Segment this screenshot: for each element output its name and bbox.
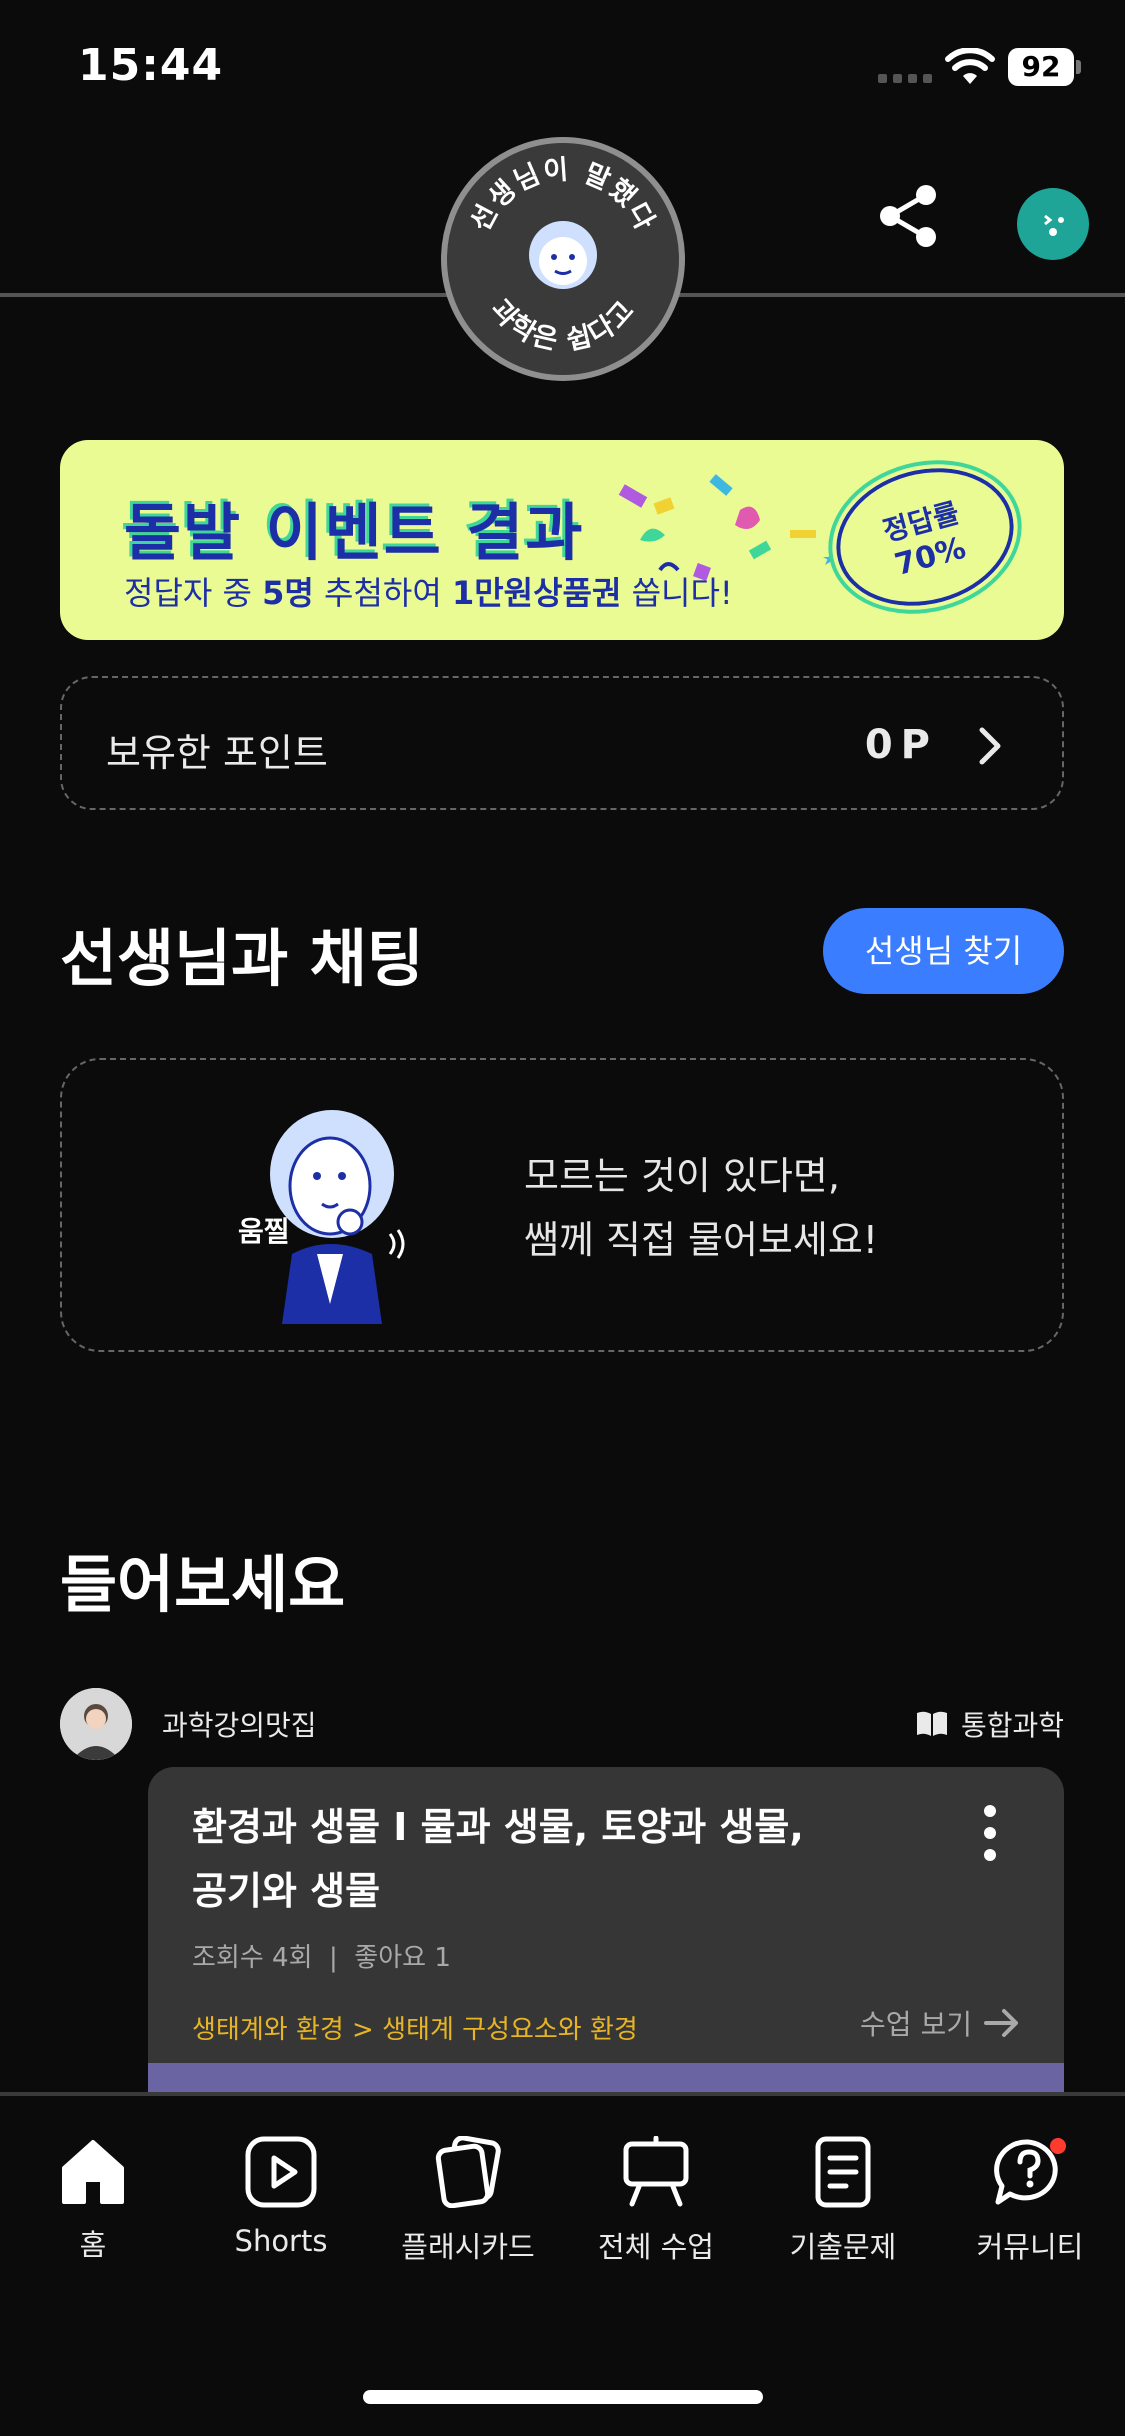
logo-text-bottom: 과학은 쉽다고 [484,294,639,357]
lecture-title: 환경과 생물 I 물과 생물, 토양과 생물, 공기와 생물 [192,1795,952,1923]
confetti-icon [618,474,839,581]
nav-label-all-classes: 전체 수업 [598,2230,714,2264]
share-icon[interactable] [876,183,942,249]
cellular-signal-icon [878,74,932,83]
flashcards-icon [435,2136,501,2208]
question-bubble-icon [994,2138,1066,2205]
event-banner[interactable]: 돌발 이벤트 결과 정답자 중 5명 추첨하여 1만원상품권 쏩니다! 정답률 … [60,440,1064,640]
svg-text:과학은 쉽다고: 과학은 쉽다고 [484,294,641,357]
channel-avatar[interactable] [60,1688,132,1760]
chat-prompt-line-1: 모르는 것이 있다면, [524,1154,840,1198]
notification-dot [1050,2138,1066,2154]
arrow-right-icon [984,2009,1018,2037]
nav-item-flashcards[interactable]: 플래시카드 [378,2136,558,2266]
watch-lecture-label: 수업 보기 [860,2008,972,2041]
nav-item-community[interactable]: 커뮤니티 [940,2136,1120,2266]
banner-winner-count: 5명 [262,574,314,612]
watch-lecture-link[interactable]: 수업 보기 [860,2003,1020,2043]
banner-sub-text: 추첨하여 [313,574,452,612]
document-icon [815,2136,871,2208]
channel-row[interactable]: 과학강의맛집 통합과학 [60,1688,1064,1760]
teacher-chat-card[interactable]: 움찔 모르는 것이 있다면, 쌤께 직접 물어보세요! [60,1058,1064,1352]
lecture-stats: 조회수 4회 | 좋아요 1 [192,1943,451,1973]
battery-tip [1076,60,1081,74]
points-card[interactable]: 보유한 포인트 0P [60,676,1064,810]
nav-label-home: 홈 [79,2228,107,2262]
banner-sub-text: 정답자 중 [124,574,263,612]
nav-label-shorts: Shorts [234,2224,328,2258]
nav-item-shorts[interactable]: Shorts [191,2136,371,2258]
home-icon [62,2140,124,2204]
app-logo[interactable]: 선생님이 말했다 과학은 쉽다고 [441,137,685,381]
find-teacher-button[interactable]: 선생님 찾기 [823,908,1064,994]
channel-name[interactable]: 과학강의맛집 [162,1704,317,1744]
person-avatar-icon [60,1688,132,1760]
listen-section-title: 들어보세요 [60,1548,346,1621]
subject-tag: 통합과학 [915,1704,1064,1744]
banner-prize: 1만원상품권 [451,574,622,612]
chat-prompt-line-2: 쌤께 직접 물어보세요! [524,1218,879,1262]
home-indicator[interactable] [363,2390,763,2404]
play-icon [245,2136,317,2208]
nav-label-community: 커뮤니티 [976,2230,1084,2264]
logo-emblem: 선생님이 말했다 과학은 쉽다고 [465,154,659,357]
lecture-card[interactable]: 환경과 생물 I 물과 생물, 토양과 생물, 공기와 생물 조회수 4회 | … [148,1767,1064,2097]
bottom-navigation: 홈 Shorts 플래시카드 전체 수업 기출문제 커뮤니티 [0,2092,1125,2436]
chevron-right-icon [979,727,1001,765]
accuracy-badge: 정답률 70% [816,443,1034,631]
more-vertical-icon[interactable] [978,1803,1002,1863]
nav-item-home[interactable]: 홈 [3,2136,183,2264]
banner-title: 돌발 이벤트 결과 [124,496,585,569]
book-icon [916,1711,947,1736]
points-value: 0P [864,722,938,768]
lecture-title-line-1: 환경과 생물 I 물과 생물, 토양과 생물, [192,1805,804,1849]
illustration-caption: 움찔 [238,1215,290,1248]
points-label: 보유한 포인트 [106,731,328,775]
status-time: 15:44 [78,40,224,91]
lecture-category-path: 생태계와 환경 > 생태계 구성요소와 환경 [192,2015,638,2045]
profile-avatar-button[interactable] [1017,188,1089,260]
chat-prompt-text: 모르는 것이 있다면, 쌤께 직접 물어보세요! [524,1144,878,1272]
wifi-icon [945,48,995,84]
nav-item-past-exams[interactable]: 기출문제 [753,2136,933,2266]
status-bar: 15:44 92 [0,0,1125,140]
chat-section-title: 선생님과 채팅 [60,922,424,995]
battery-level: 92 [1008,48,1074,86]
nav-item-all-classes[interactable]: 전체 수업 [566,2136,746,2266]
lecture-title-line-2: 공기와 생물 [192,1869,381,1913]
nav-label-past-exams: 기출문제 [789,2230,897,2264]
nav-label-flashcards: 플래시카드 [401,2230,535,2264]
profile-icon [1044,214,1064,236]
easel-icon [623,2136,689,2207]
subject-label: 통합과학 [960,1709,1064,1742]
